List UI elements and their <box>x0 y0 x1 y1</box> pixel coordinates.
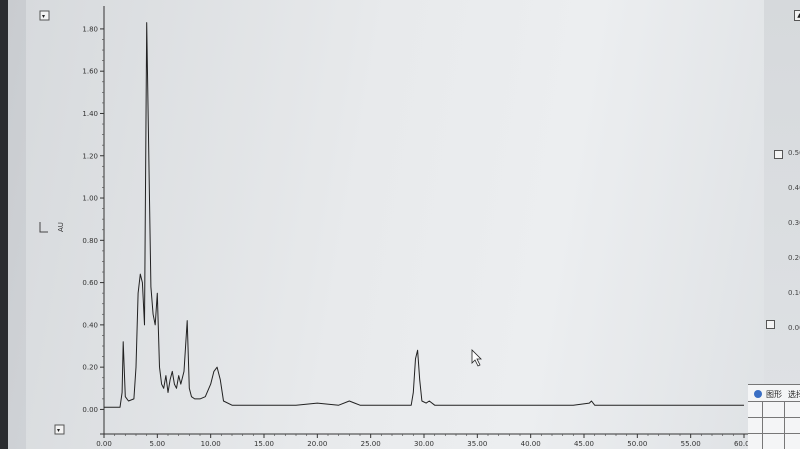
right-y-tick-5: 0.00 <box>788 324 800 332</box>
y-zoom-box[interactable] <box>774 150 783 159</box>
monitor-screen: 0.00 0.20 0.40 0.60 0.80 1.00 1.20 1.40 1.60 1.80… <box>8 0 800 449</box>
y-tick-label: 1.40 <box>82 110 98 118</box>
chromatogram-panel: 0.00 0.20 0.40 0.60 0.80 1.00 1.20 1.40 1.60 1.80… <box>26 0 765 449</box>
right-y-tick-3: 0.20 <box>788 254 800 262</box>
x-tick-label: 40.00 <box>521 440 541 448</box>
x-tick-label: 10.00 <box>201 440 221 448</box>
view-tab-strip: 图形 选择 <box>748 384 800 449</box>
right-y-scroll-box[interactable] <box>766 320 775 329</box>
graph-icon <box>754 390 762 398</box>
y-tick-label: 0.00 <box>82 406 98 414</box>
y-tick-label: 1.20 <box>82 152 98 160</box>
x-tick-label: 45.00 <box>574 440 594 448</box>
table-grid-vline <box>784 401 785 449</box>
y-tick-label: 1.80 <box>82 25 98 33</box>
y-axis-label: AU <box>57 222 65 232</box>
tab-graph[interactable]: 图形 <box>766 389 782 400</box>
y-tick-label: 0.60 <box>82 279 98 287</box>
mouse-cursor-icon <box>471 349 482 367</box>
right-y-tick-2: 0.30 <box>788 219 800 227</box>
x-tick-label: 35.00 <box>467 440 487 448</box>
y-tick-label: 0.80 <box>82 237 98 245</box>
x-tick-label: 55.00 <box>681 440 701 448</box>
table-grid-line <box>748 417 800 418</box>
secondary-chart-panel: ▲ 0.50 0.40 0.30 0.20 0.10 0.00 ▼ <box>764 0 800 449</box>
tab-select[interactable]: 选择 <box>788 389 800 400</box>
chromatogram-chart: 0.00 0.20 0.40 0.60 0.80 1.00 1.20 1.40 1.60 1.80… <box>39 6 754 448</box>
x-tick-label: 30.00 <box>414 440 434 448</box>
table-grid-line <box>748 433 800 434</box>
table-grid-vline <box>762 401 763 449</box>
svg-text:▾: ▾ <box>57 427 60 434</box>
y-tick-label: 1.60 <box>82 68 98 76</box>
right-y-tick-1: 0.40 <box>788 184 800 192</box>
x-tick-label: 5.00 <box>150 440 166 448</box>
chromatogram-trace <box>104 22 744 408</box>
x-tick-label: 50.00 <box>627 440 647 448</box>
svg-text:▾: ▾ <box>42 13 45 20</box>
x-tick-label: 20.00 <box>307 440 327 448</box>
y-zoom-marker[interactable] <box>39 222 48 233</box>
y-scroll-box-bottom[interactable]: ▾ <box>54 424 65 435</box>
right-y-tick-0: 0.50 <box>788 149 800 157</box>
scroll-up-button[interactable]: ▲ <box>794 10 800 21</box>
y-axis: 0.00 0.20 0.40 0.60 0.80 1.00 1.20 1.40 1.60 1.80 <box>82 6 105 434</box>
y-tick-label: 0.20 <box>82 364 98 372</box>
x-tick-label: 25.00 <box>361 440 381 448</box>
table-grid-line <box>748 401 800 402</box>
x-tick-label: 15.00 <box>254 440 274 448</box>
right-y-tick-4: 0.10 <box>788 289 800 297</box>
x-axis: 0.00 5.00 10.00 15.00 20.00 25.00 30.00 35.00 40… <box>96 433 754 448</box>
y-tick-label: 1.00 <box>82 195 98 203</box>
x-tick-label: 0.00 <box>96 440 112 448</box>
y-scroll-box-top[interactable]: ▾ <box>39 10 50 21</box>
y-tick-label: 0.40 <box>82 321 98 329</box>
series-group <box>104 22 744 408</box>
chevron-up-icon: ▲ <box>797 12 800 19</box>
